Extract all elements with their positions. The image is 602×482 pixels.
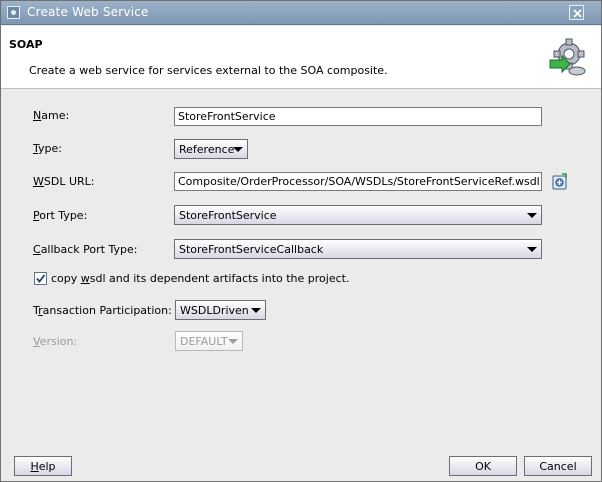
type-label: Type: (33, 142, 62, 155)
ok-button[interactable]: OK (449, 456, 517, 476)
window-menu-icon[interactable] (7, 6, 20, 19)
version-label: Version: (33, 335, 78, 348)
type-dropdown-value: Reference (179, 143, 235, 156)
wsdl-url-input[interactable]: Composite/OrderProcessor/SOA/WSDLs/Store… (174, 172, 542, 191)
transaction-participation-value: WSDLDriven (180, 304, 249, 317)
help-button[interactable]: Help (14, 456, 72, 476)
port-type-dropdown-value: StoreFrontService (179, 209, 277, 222)
copy-wsdl-label[interactable]: copy wsdl and its dependent artifacts in… (51, 272, 349, 285)
chevron-down-icon (233, 147, 243, 152)
name-input[interactable]: StoreFrontService (174, 107, 542, 126)
version-dropdown-value: DEFAULT (180, 335, 228, 348)
browse-wsdl-icon[interactable] (551, 173, 569, 191)
port-type-dropdown[interactable]: StoreFrontService (174, 205, 542, 225)
header-panel: SOAP Create a web service for services e… (1, 26, 601, 89)
chevron-down-icon (228, 339, 238, 344)
checkmark-icon (36, 274, 46, 283)
callback-port-type-dropdown[interactable]: StoreFrontServiceCallback (174, 239, 542, 259)
version-dropdown: DEFAULT (175, 331, 243, 351)
type-dropdown[interactable]: Reference (174, 139, 248, 159)
page-description: Create a web service for services extern… (29, 64, 388, 77)
port-type-label: Port Type: (33, 209, 88, 222)
transaction-participation-label: Transaction Participation: (33, 304, 172, 317)
chevron-down-icon (251, 308, 261, 313)
wsdl-url-label: WSDL URL: (33, 175, 95, 188)
chevron-down-icon (527, 247, 537, 252)
close-icon (573, 9, 582, 18)
page-title: SOAP (9, 38, 43, 51)
transaction-participation-dropdown[interactable]: WSDLDriven (175, 300, 266, 320)
callback-port-type-dropdown-value: StoreFrontServiceCallback (179, 243, 324, 256)
window-title: Create Web Service (27, 5, 149, 19)
create-web-service-dialog: Create Web Service SOAP Create a web ser… (0, 0, 602, 482)
copy-wsdl-checkbox[interactable] (34, 272, 47, 285)
title-bar[interactable]: Create Web Service (1, 1, 601, 25)
name-label: Name: (33, 109, 70, 122)
cancel-button[interactable]: Cancel (524, 456, 592, 476)
web-service-gear-icon (549, 38, 586, 76)
chevron-down-icon (527, 213, 537, 218)
close-button[interactable] (569, 5, 584, 20)
callback-port-type-label: Callback Port Type: (33, 243, 138, 256)
